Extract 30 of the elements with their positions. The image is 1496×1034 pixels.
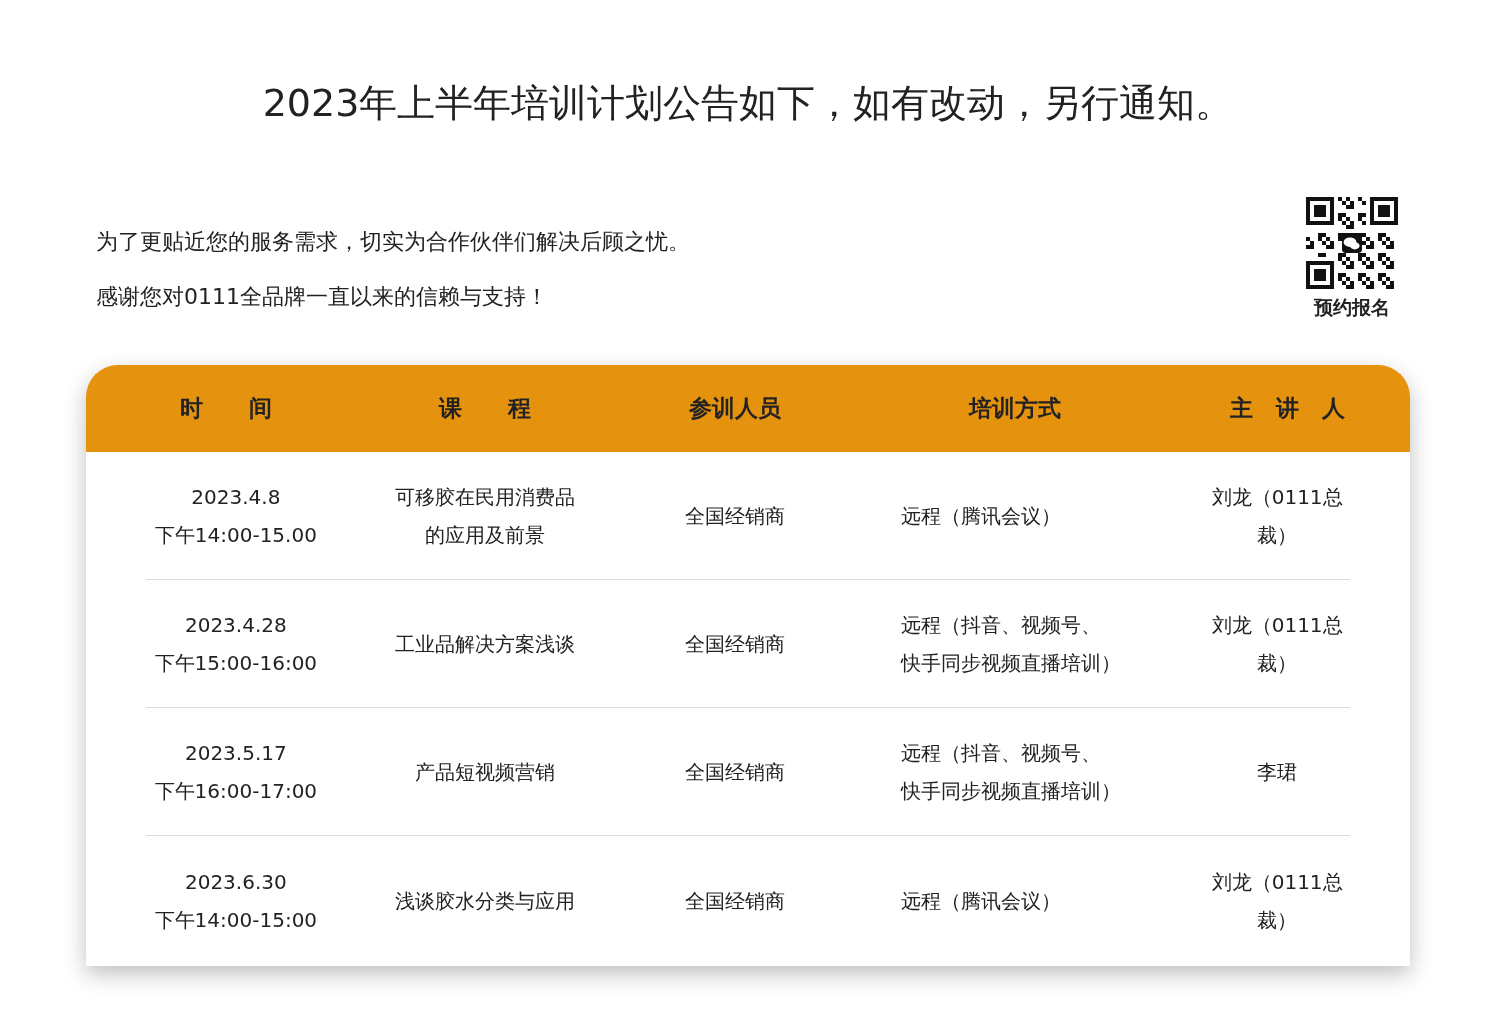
column-header: 课 程 <box>439 395 532 422</box>
table-cell-text: 刘龙（0111总裁） <box>1210 483 1344 549</box>
table-cell-text: 远程（抖音、视频号、 快手同步视频直播培训） <box>900 611 1121 677</box>
table-cell-text: 2023.5.17 下午16:00-17:00 <box>154 739 318 805</box>
intro-text: 感谢您对0111全品牌一直以来的信赖与支持！ <box>96 283 549 311</box>
table-cell-text: 2023.6.30 下午14:00-15:00 <box>154 869 318 934</box>
table-cell-text: 远程（腾讯会议） <box>900 888 1061 915</box>
table-cell-text: 浅谈胶水分类与应用 <box>395 888 576 915</box>
table-cell-text: 全国经销商 <box>684 758 785 786</box>
table-cell-text: 2023.4.8 下午14:00-15.00 <box>154 483 317 549</box>
column-header: 参训人员 <box>689 395 781 422</box>
table-cell-text: 工业品解决方案浅谈 <box>395 630 576 658</box>
column-header: 培训方式 <box>968 395 1061 422</box>
column-header: 主 讲 人 <box>1229 395 1345 422</box>
table-cell-text: 李珺 <box>1257 758 1298 786</box>
table-cell-text: 全国经销商 <box>684 502 785 530</box>
column-header: 时 间 <box>179 395 272 422</box>
table-cell-text: 全国经销商 <box>684 888 785 915</box>
table-cell-text: 2023.4.28 下午15:00-16:00 <box>154 611 318 677</box>
table-cell-text: 远程（抖音、视频号、 快手同步视频直播培训） <box>900 739 1121 805</box>
table-cell-text: 刘龙（0111总裁） <box>1210 611 1344 677</box>
qr-code-icon <box>1306 197 1398 289</box>
table-cell-text: 全国经销商 <box>684 630 785 658</box>
table-cell-text: 远程（腾讯会议） <box>900 502 1061 530</box>
table-cell-text: 刘龙（0111总裁） <box>1210 869 1344 934</box>
table-cell-text: 可移胶在民用消费品 的应用及前景 <box>395 483 576 549</box>
table-cell-text: 产品短视频营销 <box>415 758 556 786</box>
page-title: 2023年上半年培训计划公告如下，如有改动，另行通知。 <box>262 80 1234 127</box>
intro-text: 为了更贴近您的服务需求，切实为合作伙伴们解决后顾之忧。 <box>96 228 690 256</box>
qr-label: 预约报名 <box>1314 295 1390 320</box>
